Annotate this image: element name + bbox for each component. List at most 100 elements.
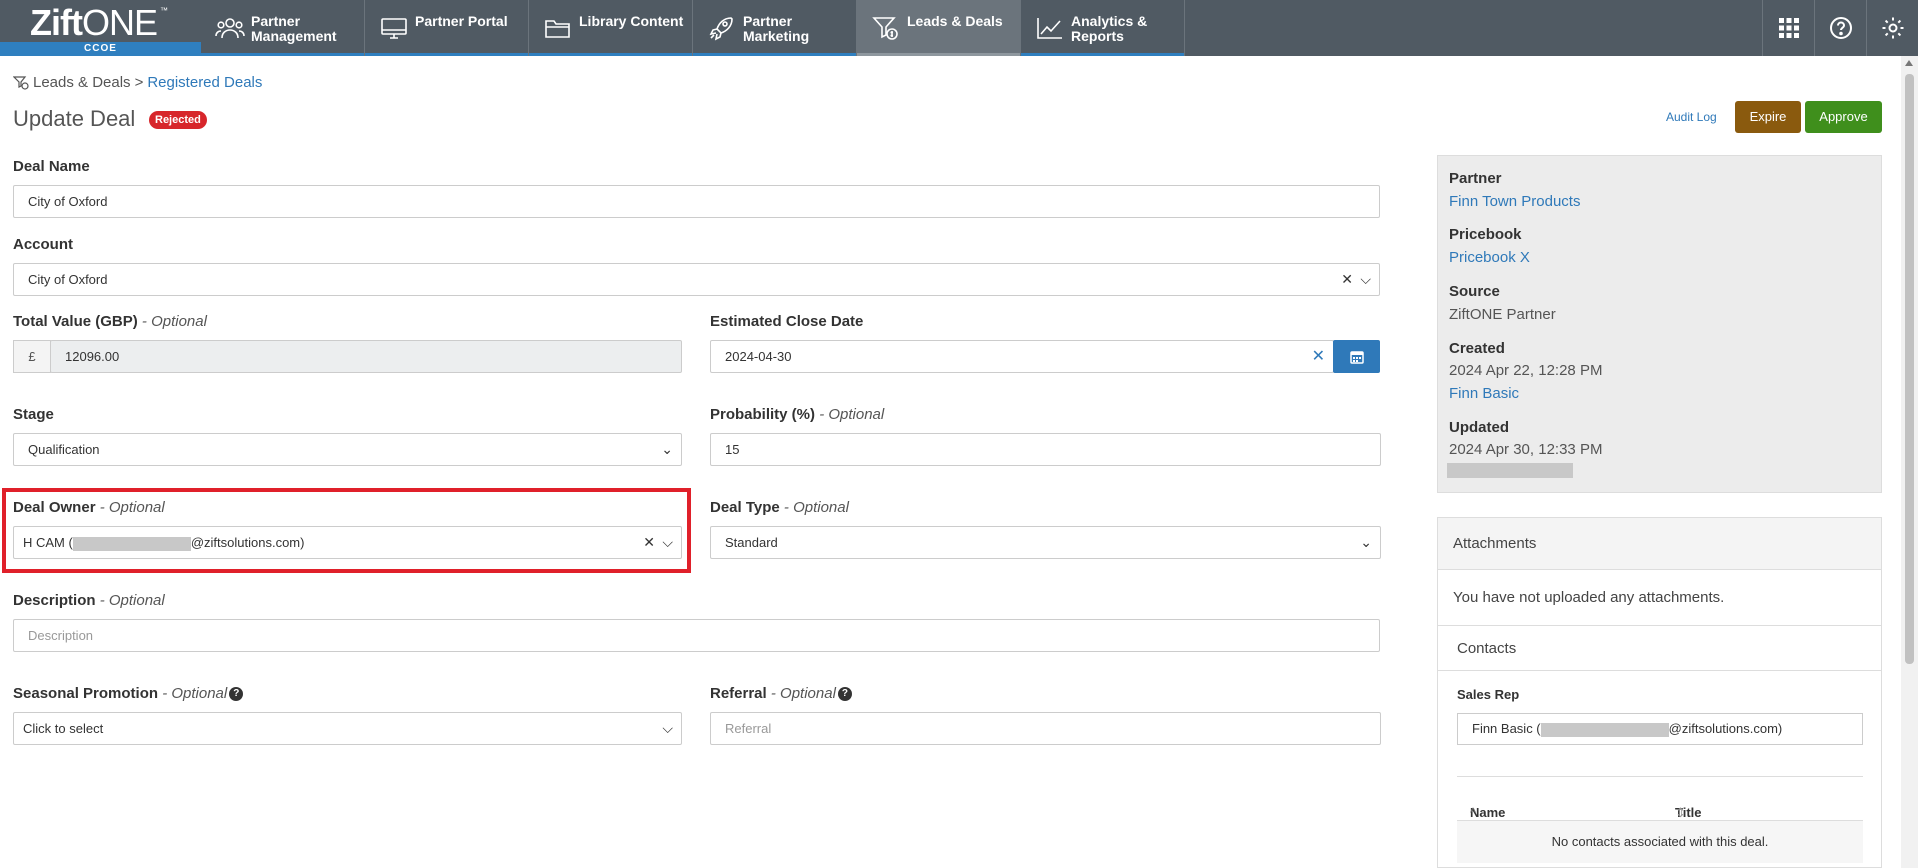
logo-trademark: ™ [160,6,168,15]
label-text: Description [13,592,96,609]
chevron-down-icon: ⌵ [662,720,673,736]
attachments-contacts-panel: Attachments You have not uploaded any at… [1437,517,1882,868]
deal-type-select[interactable]: Standard ⌄ [710,526,1381,559]
breadcrumb-separator: > [134,74,144,91]
redacted-email [1540,722,1669,737]
logo-text: Zift [30,2,83,43]
label-text: Stage [13,406,54,423]
top-navigation: ZiftONE ™ CCOE Partner Management Partne… [0,0,1918,56]
logo-subtitle: CCOE [0,42,201,56]
seasonal-promotion-label: Seasonal Promotion - Optional? [13,685,244,702]
probability-label: Probability (%) - Optional [710,406,884,423]
help-circle-icon[interactable]: ? [837,687,852,702]
help-icon [1829,17,1852,39]
label-text: Probability (%) [710,406,816,423]
funnel-dollar-icon [872,17,898,40]
deal-owner-select[interactable]: H CAM (@ziftsolutions.com) ✕ ⌵ [13,526,682,559]
scrollbar-thumb[interactable] [1905,74,1914,664]
nav-partner-marketing[interactable]: Partner Marketing [693,0,857,56]
settings-button[interactable] [1866,0,1918,56]
sales-rep-email-domain: @ziftsolutions.com) [1668,721,1783,736]
nav-underline [1021,53,1184,56]
nav-label: Analytics & Reports [1071,13,1148,44]
label-text: Deal Name [13,158,90,175]
expire-button[interactable]: Expire [1735,101,1801,133]
label-text: Account [13,236,73,253]
deal-name-label: Deal Name [13,158,90,175]
seasonal-promotion-select[interactable]: Click to select ⌵ [13,712,682,745]
stage-value: Qualification [28,442,100,457]
pricebook-label: Pricebook [1449,226,1522,243]
created-by-link[interactable]: Finn Basic [1449,385,1519,402]
close-date-label: Estimated Close Date [710,313,863,330]
folder-icon [545,20,570,38]
deal-owner-label: Deal Owner - Optional [13,499,165,516]
logo-text-one: ONE [81,2,158,43]
optional-tag: - Optional [819,406,885,423]
optional-tag: - Optional [783,499,849,516]
nav-leads-deals[interactable]: Leads & Deals [857,0,1021,56]
page-scrollbar[interactable] [1901,56,1918,868]
sort-icon: ⇕ [1675,805,1686,820]
nav-label: Partner Portal [415,13,508,29]
approve-button[interactable]: Approve [1805,101,1882,133]
chevron-down-icon[interactable]: ⌵ [1360,264,1371,295]
calendar-button[interactable] [1333,340,1380,373]
nav-label: Partner Management [251,13,337,44]
scroll-up-arrow-icon[interactable] [1905,60,1913,66]
nav-partner-portal[interactable]: Partner Portal [365,0,529,56]
label-text: Seasonal Promotion [13,685,159,702]
nav-underline [857,53,1020,56]
funnel-dollar-icon [13,75,29,90]
nav-underline [529,53,692,56]
help-circle-icon[interactable]: ? [229,687,244,702]
pricebook-link[interactable]: Pricebook X [1449,249,1530,266]
created-label: Created [1449,340,1505,357]
clear-icon[interactable]: ✕ [1341,264,1353,295]
deal-name-input[interactable]: City of Oxford [13,185,1380,218]
description-input[interactable]: Description [13,619,1380,652]
close-date-input[interactable]: 2024-04-30 ✕ [710,340,1334,373]
account-value: City of Oxford [28,272,108,287]
chevron-down-icon[interactable]: ⌵ [662,527,673,558]
deal-info-panel: Partner Finn Town Products Pricebook Pri… [1437,155,1882,493]
apps-grid-button[interactable] [1762,0,1814,56]
clear-date-icon[interactable]: ✕ [1312,341,1325,372]
optional-tag: - Optional [141,313,207,330]
breadcrumb: Leads & Deals > Registered Deals [13,74,262,91]
help-button[interactable] [1814,0,1866,56]
zift-logo[interactable]: ZiftONE ™ CCOE [0,0,201,56]
account-select[interactable]: City of Oxford ✕ ⌵ [13,263,1380,296]
attachments-header: Attachments [1438,518,1881,570]
referral-input[interactable]: Referral [710,712,1381,745]
clear-icon[interactable]: ✕ [643,527,655,558]
contacts-header: Contacts [1438,625,1881,671]
stage-select[interactable]: Qualification ⌄ [13,433,682,466]
nav-underline [201,53,364,56]
updated-value: 2024 Apr 30, 12:33 PM [1449,441,1603,458]
contacts-title: Contacts [1457,640,1517,657]
audit-log-link[interactable]: Audit Log [1666,110,1717,124]
redacted-email [72,536,191,551]
optional-tag: - Optional [770,685,836,702]
nav-partner-management[interactable]: Partner Management [201,0,365,56]
partner-link[interactable]: Finn Town Products [1449,193,1580,210]
deal-type-label: Deal Type - Optional [710,499,849,516]
breadcrumb-registered-deals-link[interactable]: Registered Deals [147,74,262,91]
nav-analytics-reports[interactable]: Analytics & Reports [1021,0,1185,56]
contacts-empty-message: No contacts associated with this deal. [1457,821,1863,863]
nav-label: Leads & Deals [907,13,1003,29]
description-label: Description - Optional [13,592,165,609]
sales-rep-field: Finn Basic (@ziftsolutions.com) [1457,713,1863,745]
probability-input[interactable]: 15 [710,433,1381,466]
source-label: Source [1449,283,1500,300]
nav-library-content[interactable]: Library Content [529,0,693,56]
label-text: Referral [710,685,767,702]
header-utilities [1762,0,1918,56]
label-text: Deal Type [710,499,780,516]
nav-label: Partner Marketing [743,13,810,44]
updated-label: Updated [1449,419,1509,436]
sort-asc-icon: ^ [1470,805,1477,820]
account-label: Account [13,236,73,253]
optional-tag: - Optional [162,685,228,702]
